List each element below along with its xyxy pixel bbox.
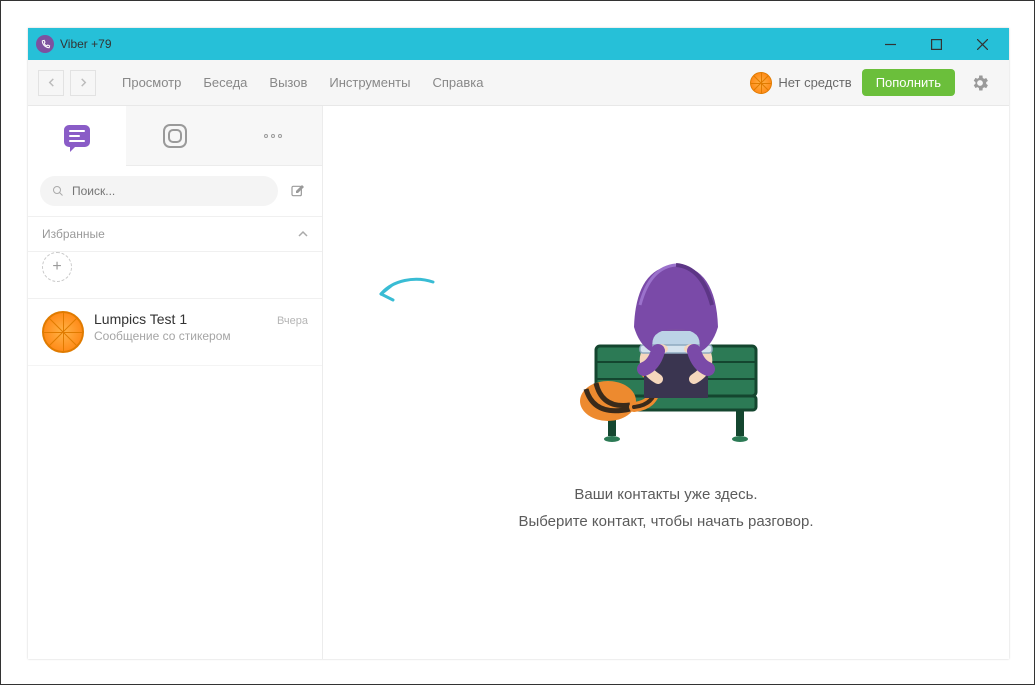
compose-button[interactable] xyxy=(286,179,310,203)
empty-state-illustration: Viber xyxy=(526,231,806,451)
maximize-button[interactable] xyxy=(913,28,959,60)
search-input-wrapper[interactable] xyxy=(40,176,278,206)
menu-items: Просмотр Беседа Вызов Инструменты Справк… xyxy=(122,75,483,90)
nav-forward-button[interactable] xyxy=(70,70,96,96)
menu-help[interactable]: Справка xyxy=(432,75,483,90)
menu-call[interactable]: Вызов xyxy=(269,75,307,90)
add-favorite-button[interactable]: + xyxy=(42,252,72,282)
topup-button[interactable]: Пополнить xyxy=(862,69,955,96)
avatar xyxy=(42,311,84,353)
chat-list-item[interactable]: Lumpics Test 1 Вчера Сообщение со стикер… xyxy=(28,299,322,366)
sidebar-tabs xyxy=(28,106,322,166)
menu-view[interactable]: Просмотр xyxy=(122,75,181,90)
search-icon xyxy=(52,185,64,197)
viber-logo-icon xyxy=(36,35,54,53)
chevron-up-icon xyxy=(298,229,308,239)
menu-chat[interactable]: Беседа xyxy=(203,75,247,90)
nav-back-button[interactable] xyxy=(38,70,64,96)
tab-contacts[interactable] xyxy=(126,106,224,165)
menu-tools[interactable]: Инструменты xyxy=(329,75,410,90)
favorites-section-header[interactable]: Избранные xyxy=(28,217,322,252)
more-icon xyxy=(264,134,282,138)
viber-out-icon xyxy=(750,72,772,94)
menubar: Просмотр Беседа Вызов Инструменты Справк… xyxy=(28,60,1009,106)
tab-chats[interactable] xyxy=(28,106,126,165)
settings-button[interactable] xyxy=(961,64,999,102)
balance-label: Нет средств xyxy=(778,75,851,90)
empty-line-2: Выберите контакт, чтобы начать разговор. xyxy=(518,508,813,535)
search-input[interactable] xyxy=(72,184,266,198)
window-title: Viber +79 xyxy=(60,37,112,51)
minimize-button[interactable] xyxy=(867,28,913,60)
sidebar: Избранные + Lumpics Test 1 Вчера Со xyxy=(28,106,323,659)
balance-indicator[interactable]: Нет средств xyxy=(750,72,851,94)
favorites-label: Избранные xyxy=(42,227,105,241)
titlebar: Viber +79 xyxy=(28,28,1009,60)
chat-time: Вчера xyxy=(277,315,308,327)
main-empty-state: Viber xyxy=(323,106,1009,659)
close-button[interactable] xyxy=(959,28,1005,60)
chats-icon xyxy=(64,125,90,147)
chat-name: Lumpics Test 1 xyxy=(94,311,187,327)
contacts-icon xyxy=(163,124,187,148)
tab-more[interactable] xyxy=(224,106,322,165)
chat-preview: Сообщение со стикером xyxy=(94,329,308,343)
empty-line-1: Ваши контакты уже здесь. xyxy=(518,481,813,508)
arrow-icon xyxy=(375,276,435,317)
